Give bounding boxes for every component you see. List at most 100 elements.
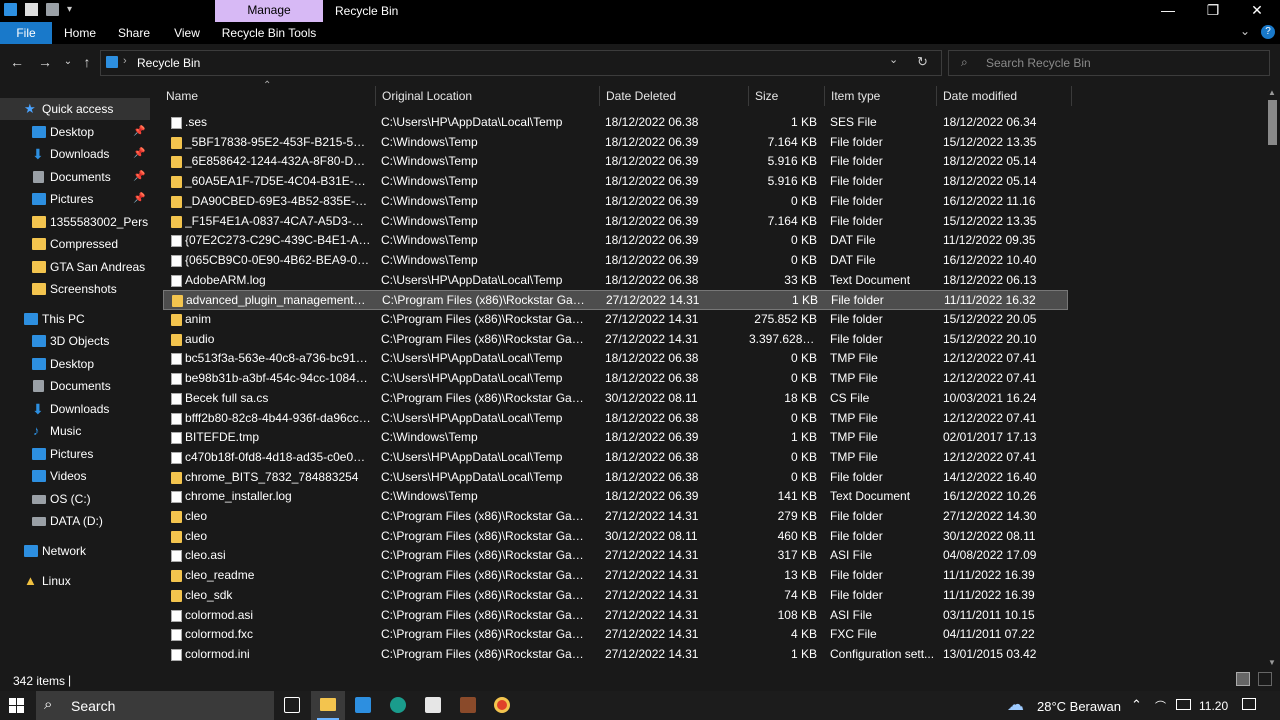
close-button[interactable]: ✕ xyxy=(1234,0,1280,22)
column-header-item-type[interactable]: Item type xyxy=(825,86,937,106)
sidebar-item-os-c[interactable]: OS (C:) xyxy=(0,488,150,510)
up-arrow-icon[interactable]: ↑ xyxy=(77,52,97,72)
table-row[interactable]: _F15F4E1A-0837-4CA7-A5D3-C5E8... C:\Windo… xyxy=(163,212,1068,232)
game-icon[interactable] xyxy=(460,697,476,713)
taskbar-file-explorer[interactable] xyxy=(311,691,345,720)
sidebar-item-folder-persona[interactable]: 1355583002_Persona xyxy=(0,211,150,233)
clock[interactable]: 11.20 xyxy=(1199,699,1228,713)
sidebar-item-data-d[interactable]: DATA (D:) xyxy=(0,510,150,532)
edge-icon[interactable] xyxy=(390,697,406,713)
table-row[interactable]: be98b31b-a3bf-454c-94cc-1084524... C:\Use… xyxy=(163,369,1068,389)
help-icon[interactable]: ? xyxy=(1261,25,1275,39)
manage-tab[interactable]: Manage xyxy=(215,0,323,22)
cloud-icon[interactable]: ☁ xyxy=(1007,695,1024,715)
tab-file[interactable]: File xyxy=(0,22,52,44)
sidebar-item-screenshots[interactable]: Screenshots xyxy=(0,278,150,300)
minimize-button[interactable]: — xyxy=(1145,0,1191,22)
table-row[interactable]: chrome_BITS_7832_784883254 C:\Users\HP\Ap… xyxy=(163,468,1068,488)
properties-icon[interactable] xyxy=(25,3,38,16)
table-row[interactable]: anim C:\Program Files (x86)\Rockstar Game… xyxy=(163,310,1068,330)
sidebar-item-pc-downloads[interactable]: ⬇ Downloads xyxy=(0,398,150,420)
column-header-size[interactable]: Size xyxy=(749,86,825,106)
table-row[interactable]: {065CB9C0-0E90-4B62-BEA9-040D7... C:\Wind… xyxy=(163,251,1068,271)
column-header-date-modified[interactable]: Date modified xyxy=(937,86,1072,106)
table-row[interactable]: advanced_plugin_management_ex... C:\Progr… xyxy=(163,290,1068,310)
column-header-original-location[interactable]: Original Location xyxy=(376,86,600,106)
sidebar-item-gta-san-andreas[interactable]: GTA San Andreas xyxy=(0,256,150,278)
expand-ribbon-icon[interactable]: ⌄ xyxy=(1240,24,1250,38)
table-row[interactable]: AdobeARM.log C:\Users\HP\AppData\Local\Te… xyxy=(163,271,1068,291)
tab-view[interactable]: View xyxy=(163,22,211,44)
table-row[interactable]: colormod.asi C:\Program Files (x86)\Rocks… xyxy=(163,606,1068,626)
sidebar-item-videos[interactable]: Videos xyxy=(0,465,150,487)
table-row[interactable]: {07E2C273-C29C-439C-B4E1-A63F5... C:\Wind… xyxy=(163,231,1068,251)
refresh-icon[interactable]: ↻ xyxy=(917,54,928,70)
sidebar-item-3d-objects[interactable]: 3D Objects xyxy=(0,330,150,352)
table-row[interactable]: cleo_sdk C:\Program Files (x86)\Rockstar … xyxy=(163,586,1068,606)
scroll-up-icon[interactable]: ▲ xyxy=(1268,88,1276,97)
weather-text[interactable]: 28°C Berawan xyxy=(1037,699,1121,714)
breadcrumb[interactable]: Recycle Bin xyxy=(137,56,200,70)
search-box[interactable]: ⌕ Search Recycle Bin xyxy=(948,50,1270,76)
battery-icon[interactable] xyxy=(1176,699,1191,710)
address-bar[interactable]: › Recycle Bin ⌄ ↻ xyxy=(100,50,942,76)
table-row[interactable]: Becek full sa.cs C:\Program Files (x86)\R… xyxy=(163,389,1068,409)
sidebar-item-downloads[interactable]: ⬇ Downloads 📌 xyxy=(0,143,150,165)
taskbar-search-input[interactable]: Search xyxy=(71,698,115,714)
sidebar-item-compressed[interactable]: Compressed xyxy=(0,233,150,255)
table-row[interactable]: colormod.ini C:\Program Files (x86)\Rocks… xyxy=(163,645,1068,665)
table-row[interactable]: bc513f3a-563e-40c8-a736-bc916d4... C:\Use… xyxy=(163,349,1068,369)
sidebar-item-pictures[interactable]: Pictures 📌 xyxy=(0,188,150,210)
table-row[interactable]: _DA90CBED-69E3-4B52-835E-E1A7... C:\Windo… xyxy=(163,192,1068,212)
table-row[interactable]: cleo C:\Program Files (x86)\Rockstar Game… xyxy=(163,507,1068,527)
mail-icon[interactable] xyxy=(355,697,371,713)
tab-home[interactable]: Home xyxy=(56,22,104,44)
notifications-icon[interactable] xyxy=(1242,698,1256,710)
maximize-button[interactable]: ❐ xyxy=(1190,0,1236,22)
back-arrow-icon[interactable]: ← xyxy=(7,52,27,72)
forward-arrow-icon[interactable]: → xyxy=(35,52,55,72)
customize-toolbar-icon[interactable]: ▾ xyxy=(67,4,72,15)
show-hidden-icons-icon[interactable]: ⌃ xyxy=(1131,697,1142,713)
scroll-down-icon[interactable]: ▼ xyxy=(1268,658,1276,667)
table-row[interactable]: cleo C:\Program Files (x86)\Rockstar Game… xyxy=(163,527,1068,547)
sidebar-item-music[interactable]: ♪ Music xyxy=(0,420,150,442)
table-row[interactable]: _6E858642-1244-432A-8F80-DD6E5... C:\Wind… xyxy=(163,152,1068,172)
windows-start-icon[interactable] xyxy=(9,698,24,713)
new-folder-icon[interactable] xyxy=(46,3,59,16)
search-input[interactable]: Search Recycle Bin xyxy=(986,56,1091,70)
sidebar-item-pc-pictures[interactable]: Pictures xyxy=(0,443,150,465)
sidebar-item-quick-access[interactable]: ★ Quick access xyxy=(0,98,150,120)
table-row[interactable]: BITEFDE.tmp C:\Windows\Temp 18/12/2022 06.… xyxy=(163,428,1068,448)
network-status-icon[interactable]: ⌒ xyxy=(1155,698,1166,714)
table-row[interactable]: colormod.fxc C:\Program Files (x86)\Rocks… xyxy=(163,625,1068,645)
vertical-scrollbar[interactable] xyxy=(1265,86,1280,671)
scrollbar-thumb[interactable] xyxy=(1268,100,1277,145)
column-header-date-deleted[interactable]: Date Deleted xyxy=(600,86,749,106)
large-icons-view-icon[interactable] xyxy=(1258,672,1272,686)
column-header-name[interactable]: Name xyxy=(160,86,376,106)
tab-recycle-bin-tools[interactable]: Recycle Bin Tools xyxy=(215,22,323,44)
sidebar-item-this-pc[interactable]: This PC xyxy=(0,308,150,330)
address-dropdown-icon[interactable]: ⌄ xyxy=(889,53,898,66)
tab-share[interactable]: Share xyxy=(110,22,158,44)
table-row[interactable]: cleo.asi C:\Program Files (x86)\Rockstar … xyxy=(163,546,1068,566)
task-view-icon[interactable] xyxy=(284,697,300,713)
sidebar-item-linux[interactable]: ▲ Linux xyxy=(0,570,150,592)
table-row[interactable]: bfff2b80-82c8-4b44-936f-da96cc09... C:\Us… xyxy=(163,409,1068,429)
table-row[interactable]: _60A5EA1F-7D5E-4C04-B31E-14B32... C:\Wind… xyxy=(163,172,1068,192)
recent-locations-icon[interactable]: ⌄ xyxy=(58,52,78,72)
table-row[interactable]: audio C:\Program Files (x86)\Rockstar Gam… xyxy=(163,330,1068,350)
sidebar-item-pc-documents[interactable]: Documents xyxy=(0,375,150,397)
taskbar-search-box[interactable]: ⌕ Search xyxy=(36,691,274,720)
sidebar-item-pc-desktop[interactable]: Desktop xyxy=(0,353,150,375)
table-row[interactable]: _5BF17838-95E2-453F-B215-501E47... C:\Win… xyxy=(163,133,1068,153)
table-row[interactable]: .ses C:\Users\HP\AppData\Local\Temp 18/12/… xyxy=(163,113,1068,133)
table-row[interactable]: chrome_installer.log C:\Windows\Temp 18/12… xyxy=(163,487,1068,507)
store-icon[interactable] xyxy=(425,697,441,713)
table-row[interactable]: c470b18f-0fd8-4d18-ad35-c0e024d... C:\Use… xyxy=(163,448,1068,468)
sidebar-item-network[interactable]: Network xyxy=(0,540,150,562)
details-view-icon[interactable] xyxy=(1236,672,1250,686)
sidebar-item-documents[interactable]: Documents 📌 xyxy=(0,166,150,188)
chrome-icon[interactable] xyxy=(494,697,510,713)
